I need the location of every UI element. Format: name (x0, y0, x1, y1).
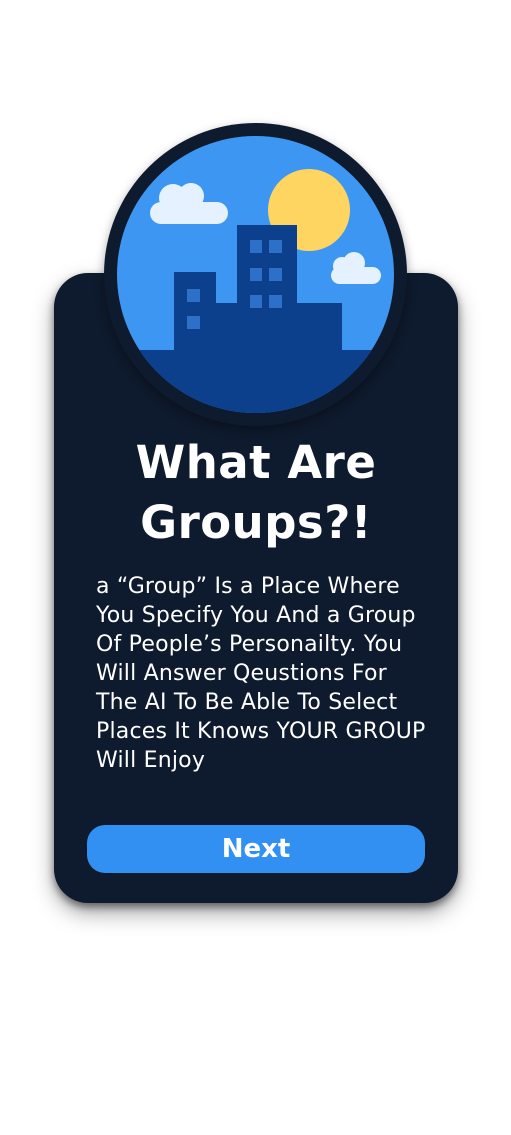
page-title: What Are Groups?! (135, 436, 377, 549)
next-button[interactable]: Next (87, 825, 425, 873)
description-text: a “Group” Is a Place Where You Specify Y… (96, 574, 426, 773)
city-skyline-icon (117, 136, 394, 413)
